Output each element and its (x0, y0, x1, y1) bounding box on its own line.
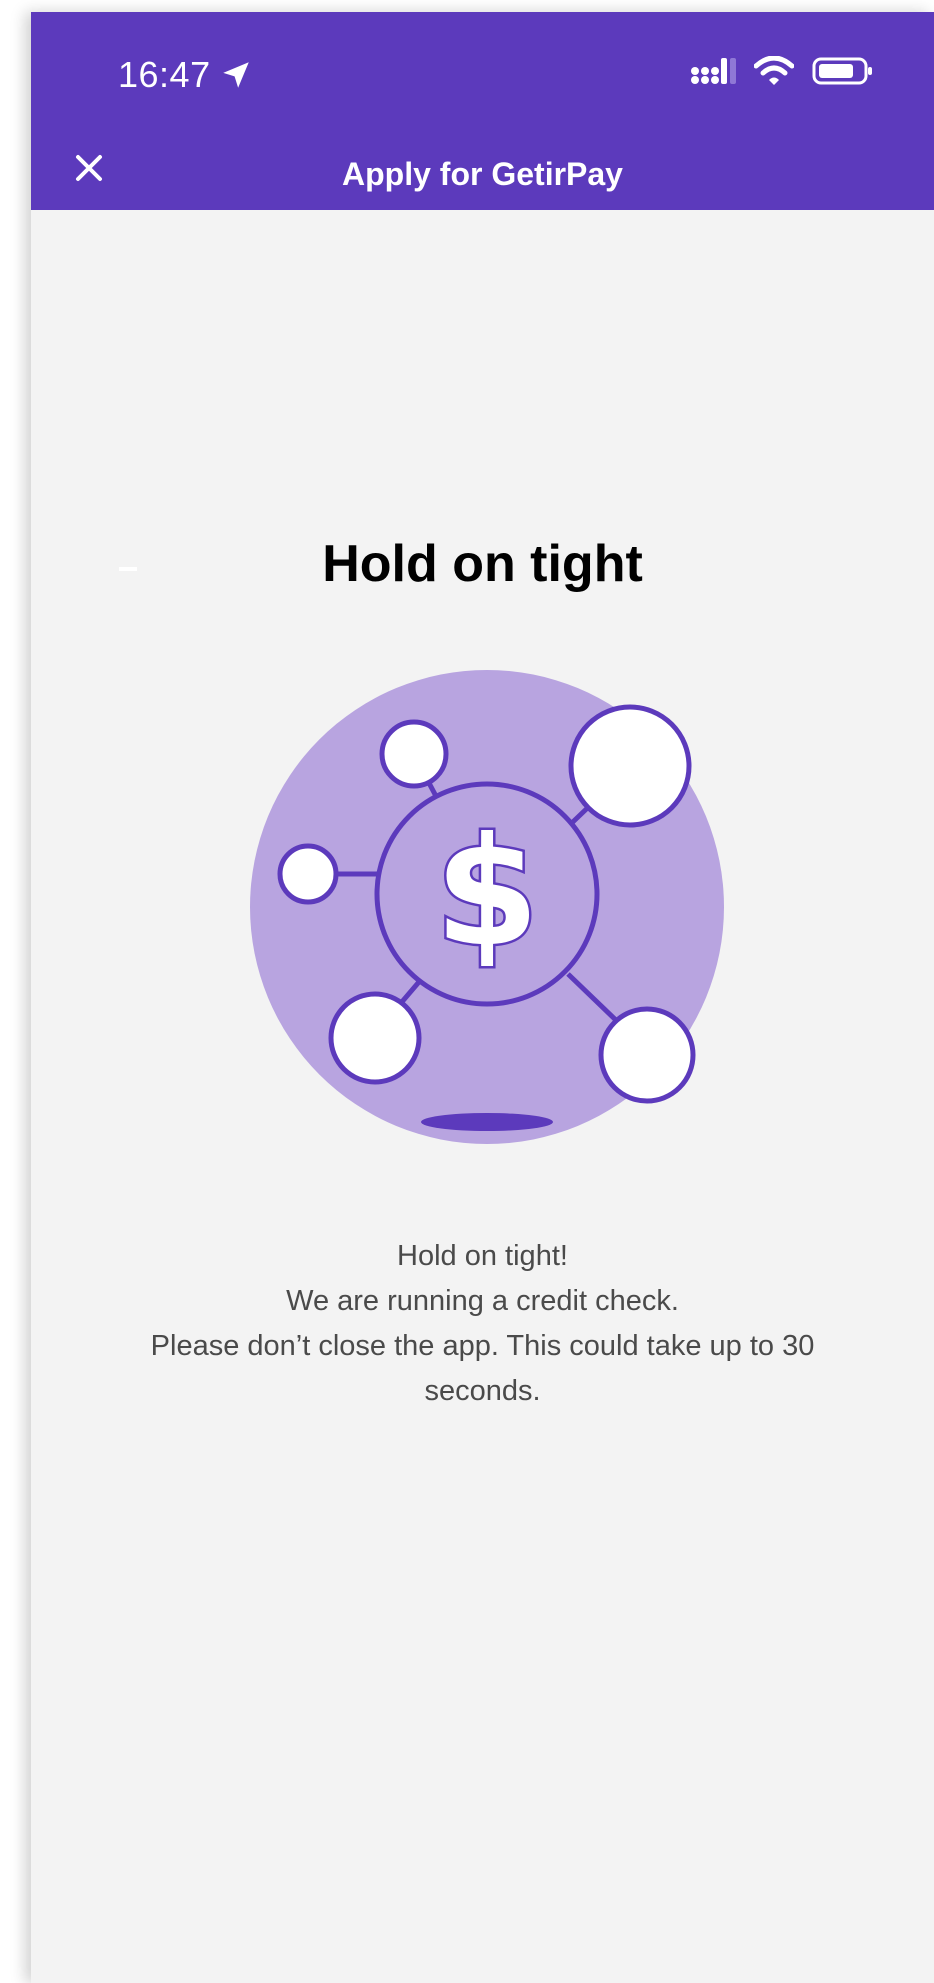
message-line: seconds. (424, 1375, 541, 1407)
status-time: 16:47 (118, 54, 253, 96)
app-screen: 16:47 Apply for GetirPay Hold on tight $… (31, 12, 934, 1983)
battery-icon (812, 57, 872, 85)
status-icons (690, 56, 874, 86)
dollar-network-icon: $ (250, 670, 724, 1144)
signal-icon (691, 58, 736, 84)
top-bar: 16:47 Apply for GetirPay (31, 12, 934, 210)
decorative-mark (119, 567, 137, 571)
status-time-text: 16:47 (118, 54, 211, 95)
message-line: Hold on tight! (397, 1240, 568, 1272)
svg-text:$: $ (435, 806, 539, 980)
location-arrow-icon (222, 62, 249, 88)
message-line: Please don’t close the app. This could t… (150, 1330, 815, 1362)
status-message: Hold on tight! We are running a credit c… (71, 1234, 894, 1414)
content-heading: Hold on tight (322, 535, 643, 593)
page-title: Apply for GetirPay (342, 156, 623, 192)
message-line: We are running a credit check. (286, 1285, 679, 1317)
wifi-icon (754, 56, 794, 85)
